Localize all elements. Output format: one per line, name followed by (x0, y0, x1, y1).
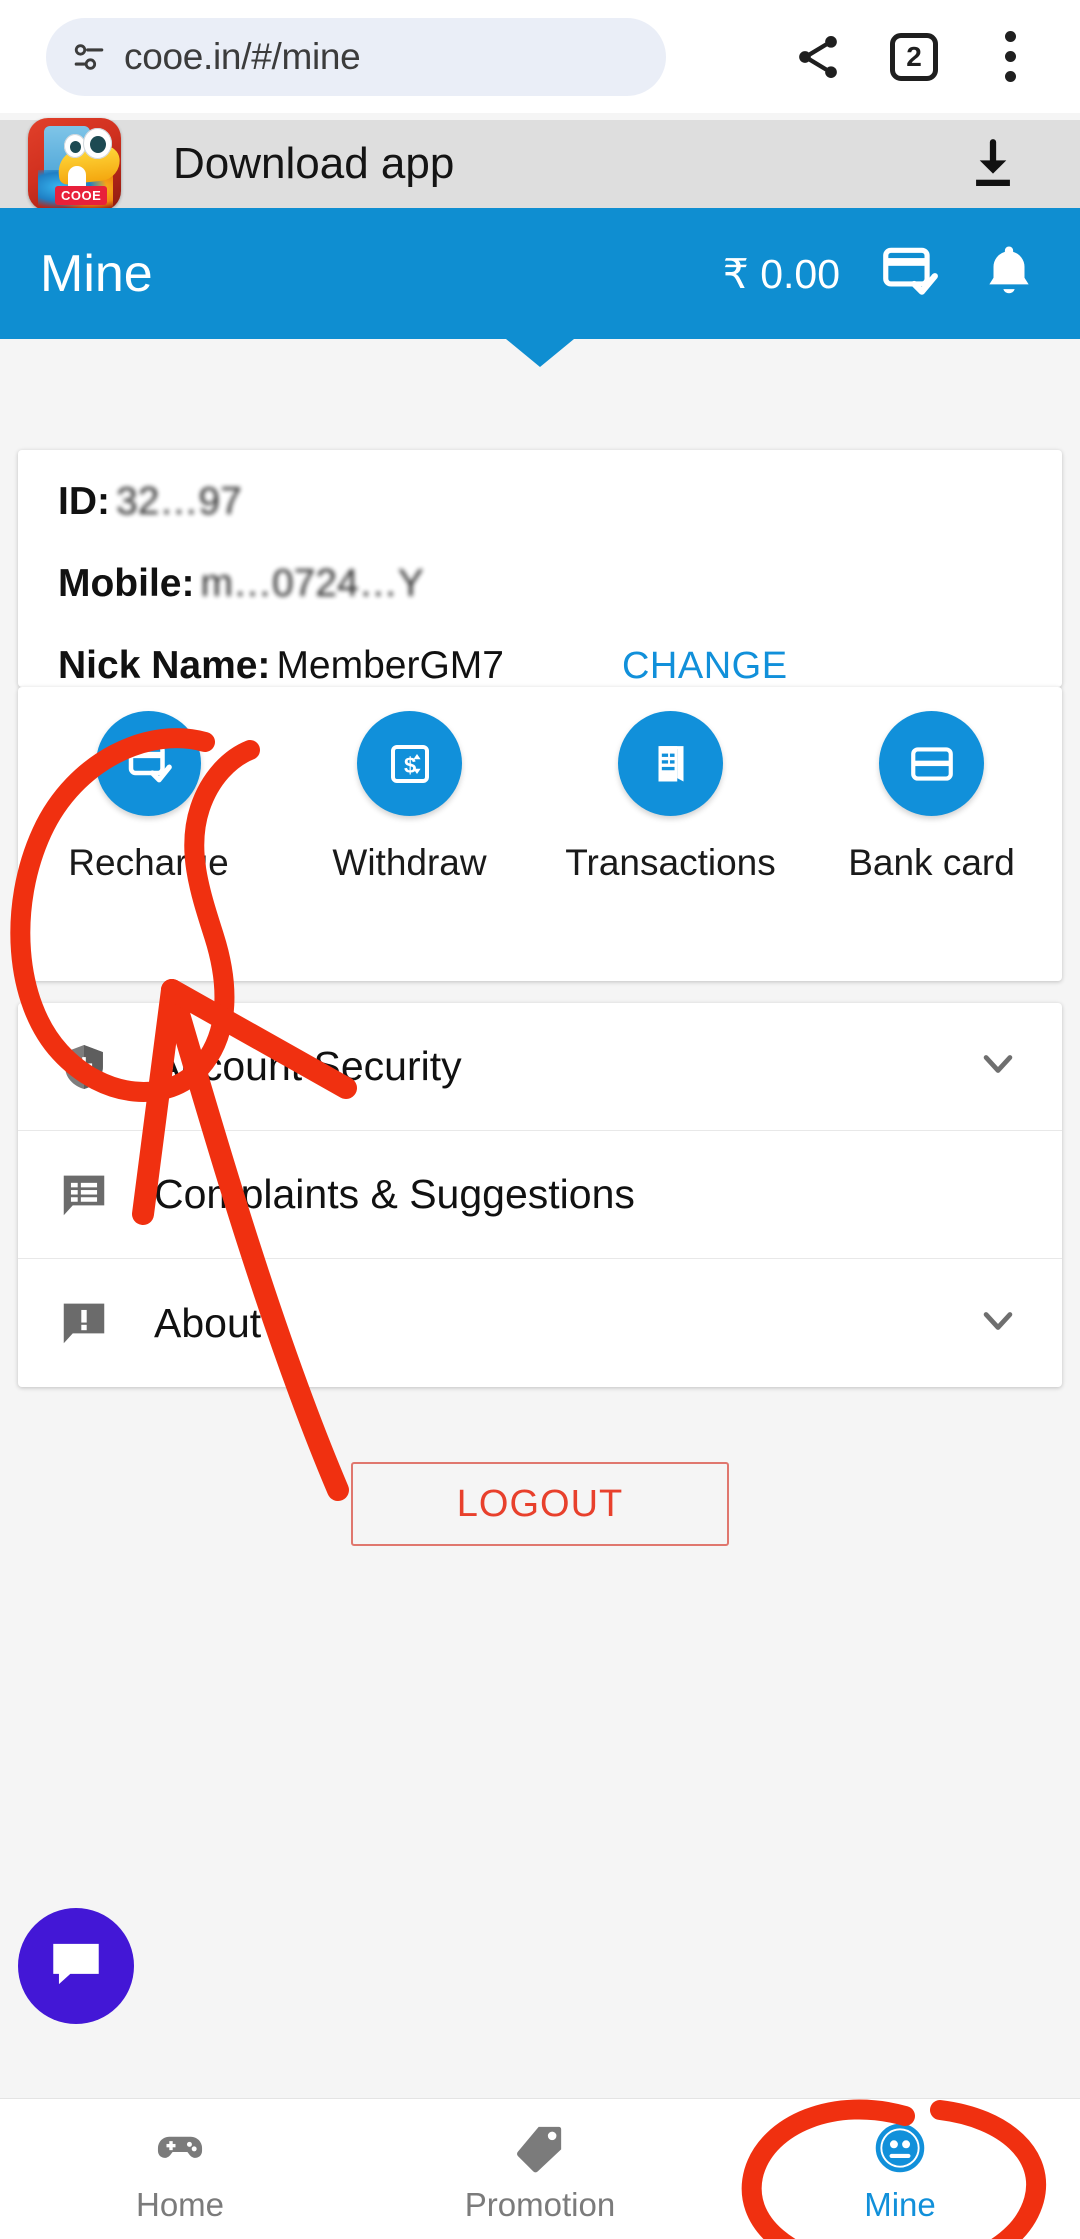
profile-mobile-value: m…0724…Y (200, 562, 424, 605)
overflow-menu-icon[interactable] (962, 9, 1058, 105)
chevron-down-icon[interactable] (972, 1038, 1024, 1095)
browser-toolbar: cooe.in/#/mine 2 (0, 0, 1080, 113)
menu-item-about[interactable]: About (18, 1259, 1062, 1387)
download-app-title: Download app (173, 139, 455, 188)
app-header: Mine ₹ 0.00 (0, 208, 1080, 367)
action-label: Bank card (848, 842, 1015, 883)
feedback-icon (56, 1167, 112, 1223)
quick-actions-card: Recharge $ Withdraw Transactions Bank ca… (18, 687, 1062, 981)
nav-item-home[interactable]: Home (0, 2099, 360, 2239)
shield-icon (56, 1039, 112, 1095)
profile-mobile-row: Mobile: m…0724…Y (58, 562, 1022, 606)
wallet-balance: ₹ 0.00 (722, 250, 840, 297)
url-text: cooe.in/#/mine (124, 35, 361, 77)
tag-icon (513, 2120, 567, 2176)
menu-item-label: About (154, 1299, 262, 1346)
info-message-icon (56, 1295, 112, 1351)
share-icon[interactable] (770, 9, 866, 105)
chat-bubble-icon (45, 1933, 107, 2000)
profile-id-row: ID: 32…97 (58, 480, 1022, 524)
profile-id-value: 32…97 (116, 480, 242, 523)
header-actions: ₹ 0.00 (723, 240, 1040, 307)
action-withdraw[interactable]: $ Withdraw (279, 711, 540, 884)
profile-mobile-label: Mobile: (58, 562, 195, 605)
menu-item-complaints-suggestions[interactable]: Complaints & Suggestions (18, 1131, 1062, 1259)
action-label: Recharge (68, 842, 229, 883)
money-transfer-icon: $ (357, 711, 462, 816)
nav-item-label: Mine (864, 2186, 936, 2223)
address-bar[interactable]: cooe.in/#/mine (46, 17, 666, 96)
profile-id-label: ID: (58, 480, 110, 523)
app-logo-icon: COOE (28, 117, 121, 211)
nav-item-label: Home (135, 2186, 225, 2223)
settings-menu-card: Account Security Complaints & Suggestion… (18, 1003, 1062, 1387)
action-recharge[interactable]: Recharge (18, 711, 279, 884)
page-title: Mine (40, 244, 153, 303)
menu-item-account-security[interactable]: Account Security (18, 1003, 1062, 1131)
download-app-banner[interactable]: COOE Download app (0, 117, 1080, 211)
header-notch (506, 339, 574, 367)
bank-card-icon (879, 711, 984, 816)
card-check-icon (96, 711, 201, 816)
profile-nickname-value: MemberGM7 (276, 644, 504, 687)
browser-actions: 2 (770, 9, 1058, 105)
nav-item-mine[interactable]: Mine (720, 2099, 1080, 2239)
logout-button[interactable]: LOGOUT (351, 1462, 729, 1546)
profile-nickname-label: Nick Name: (58, 644, 271, 687)
mobile-screen: cooe.in/#/mine 2 COOE Download app Mine … (0, 0, 1080, 2239)
action-label: Transactions (565, 842, 776, 883)
menu-item-label: Complaints & Suggestions (154, 1171, 635, 1217)
nav-item-promotion[interactable]: Promotion (360, 2099, 720, 2239)
profile-nickname-row: Nick Name: MemberGM7 CHANGE (58, 644, 1022, 688)
receipt-icon (618, 711, 723, 816)
nav-item-label: Promotion (464, 2186, 616, 2223)
profile-card: ID: 32…97 Mobile: m…0724…Y Nick Name: Me… (18, 450, 1062, 687)
chat-support-button[interactable] (18, 1908, 134, 2024)
chevron-down-icon[interactable] (972, 1295, 1024, 1352)
tab-switcher-icon[interactable]: 2 (866, 9, 962, 105)
change-nickname-button[interactable]: CHANGE (622, 645, 788, 688)
action-label: Withdraw (332, 842, 487, 883)
menu-item-label: Account Security (154, 1043, 462, 1089)
action-transactions[interactable]: Transactions (540, 711, 801, 884)
action-bank-card[interactable]: Bank card (801, 711, 1062, 884)
svg-text:$: $ (404, 753, 416, 778)
card-check-icon[interactable] (878, 240, 940, 307)
app-badge-label: COOE (55, 185, 108, 205)
bottom-navigation: Home Promotion Mine (0, 2098, 1080, 2239)
tab-count-label: 2 (890, 32, 938, 81)
notification-bell-icon[interactable] (978, 240, 1040, 307)
gamepad-icon (153, 2120, 207, 2176)
user-face-icon (872, 2120, 928, 2176)
page-info-icon[interactable] (72, 40, 106, 74)
download-icon[interactable] (964, 135, 1022, 193)
